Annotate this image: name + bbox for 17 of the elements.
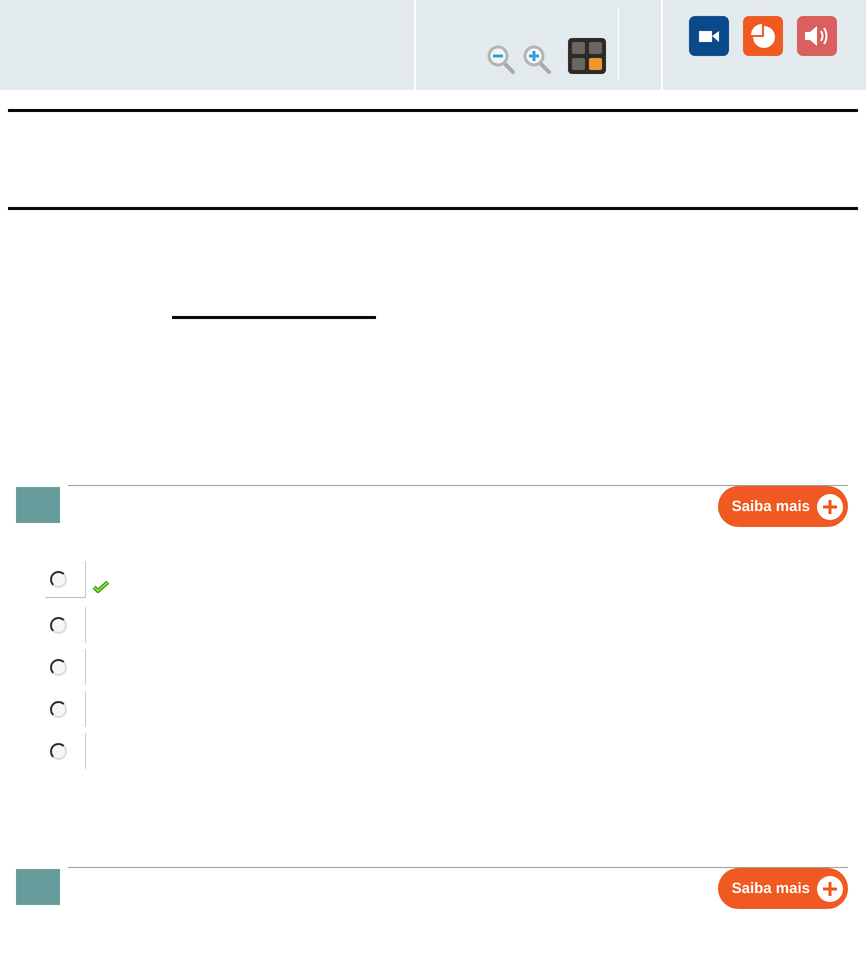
plus-icon [816, 492, 844, 520]
question-number-box [16, 869, 60, 905]
video-camera-icon[interactable] [689, 16, 729, 56]
calculator-icon[interactable] [568, 38, 606, 74]
radio-button[interactable] [50, 700, 67, 718]
pie-chart-icon[interactable] [743, 16, 783, 56]
learn-more-button[interactable]: Saiba mais [718, 868, 848, 909]
radio-button[interactable] [50, 570, 67, 588]
radio-button[interactable] [50, 616, 67, 634]
learn-more-button[interactable]: Saiba mais [718, 486, 848, 527]
question-number-box [16, 487, 60, 523]
radio-button[interactable] [50, 658, 67, 676]
zoom-in-icon[interactable] [522, 44, 552, 76]
speaker-icon[interactable] [797, 16, 837, 56]
zoom-out-icon[interactable] [486, 44, 516, 76]
radio-button[interactable] [50, 742, 67, 760]
plus-icon [816, 874, 844, 902]
